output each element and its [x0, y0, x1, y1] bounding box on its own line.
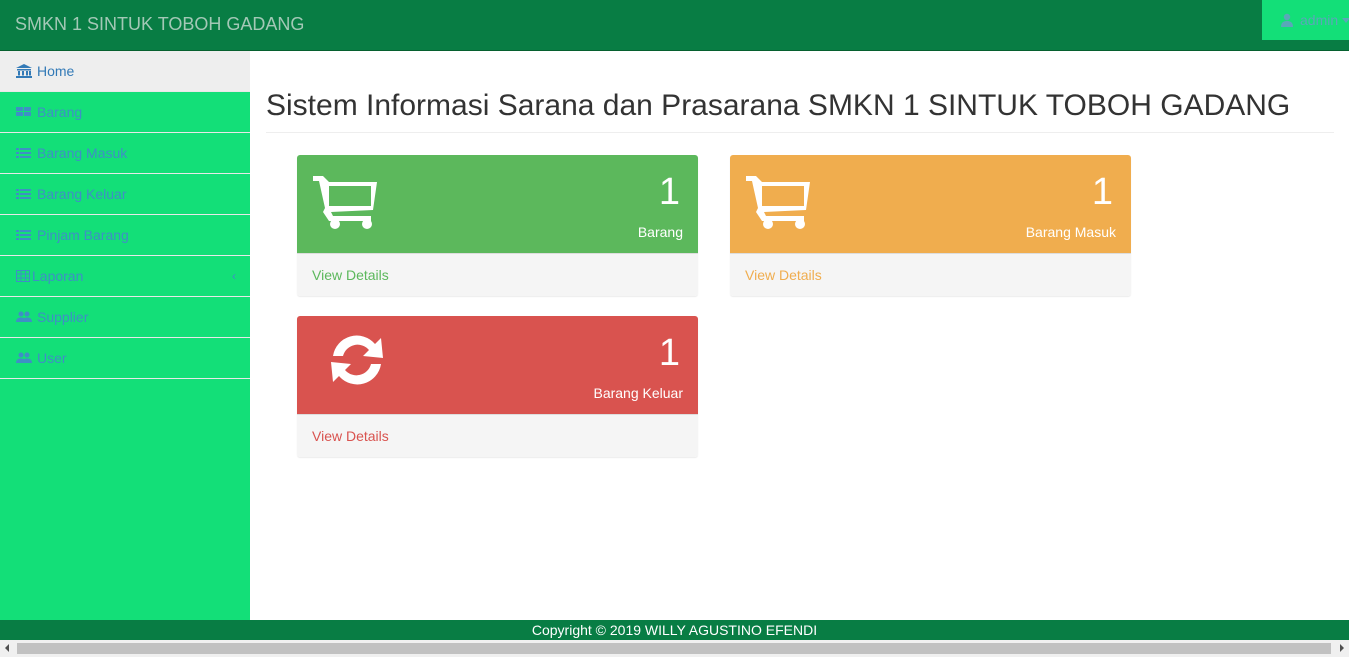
card-barang-masuk: 1 Barang Masuk View Details — [730, 155, 1131, 296]
card-label: Barang Masuk — [1025, 224, 1116, 240]
user-menu-button[interactable]: admin — [1262, 0, 1349, 40]
card-footer[interactable]: View Details — [297, 253, 698, 296]
sidebar-item-pinjam-barang[interactable]: Pinjam Barang — [0, 215, 250, 256]
sidebar-item-barang[interactable]: Barang — [0, 92, 250, 133]
scroll-right-arrow-icon[interactable] — [1340, 644, 1344, 652]
scroll-left-arrow-icon[interactable] — [5, 644, 9, 652]
card-count: 1 — [1091, 171, 1113, 213]
sidebar-item-label: Barang Keluar — [37, 186, 127, 202]
card-label: Barang Keluar — [593, 385, 683, 401]
caret-down-icon — [1342, 17, 1349, 23]
sidebar-item-user[interactable]: User — [0, 338, 250, 379]
card-header: 1 Barang — [297, 155, 698, 253]
grid-icon — [16, 105, 32, 119]
card-barang: 1 Barang View Details — [297, 155, 698, 296]
sidebar-item-label: Home — [37, 63, 75, 79]
card-label: Barang — [637, 224, 683, 240]
sidebar-item-label: Laporan — [32, 268, 84, 284]
users-icon — [16, 310, 32, 324]
sidebar: Home Barang Barang Masuk Barang Keluar P… — [0, 51, 250, 620]
sidebar-item-supplier[interactable]: Supplier — [0, 297, 250, 338]
sidebar-item-label: User — [37, 350, 67, 366]
chevron-left-icon: ‹ — [232, 269, 236, 283]
page-title: Sistem Informasi Sarana dan Prasarana SM… — [266, 89, 1291, 122]
main-content: Sistem Informasi Sarana dan Prasarana SM… — [250, 51, 1349, 620]
users-icon — [16, 351, 32, 365]
page-footer: Copyright © 2019 WILLY AGUSTINO EFENDI — [0, 620, 1349, 640]
sidebar-item-label: Supplier — [37, 309, 89, 325]
list-icon — [16, 228, 32, 242]
card-header: 1 Barang Keluar — [297, 316, 698, 414]
card-footer[interactable]: View Details — [297, 414, 698, 457]
sidebar-item-label: Barang — [37, 104, 83, 120]
sidebar-item-label: Barang Masuk — [37, 145, 128, 161]
sidebar-item-barang-keluar[interactable]: Barang Keluar — [0, 174, 250, 215]
sidebar-item-home[interactable]: Home — [0, 51, 250, 92]
refresh-icon — [325, 330, 389, 395]
cart-icon — [744, 172, 812, 235]
sidebar-item-label: Pinjam Barang — [37, 227, 129, 243]
view-details-link[interactable]: View Details — [745, 267, 822, 283]
sidebar-item-laporan[interactable]: Laporan ‹ — [0, 256, 250, 297]
list-icon — [16, 187, 32, 201]
view-details-link[interactable]: View Details — [312, 267, 389, 283]
card-footer[interactable]: View Details — [730, 253, 1131, 296]
cart-icon — [311, 172, 379, 235]
card-barang-keluar: 1 Barang Keluar View Details — [297, 316, 698, 457]
card-count: 1 — [658, 171, 680, 213]
horizontal-scrollbar[interactable] — [0, 640, 1349, 657]
copyright-text: Copyright © 2019 WILLY AGUSTINO EFENDI — [531, 622, 818, 638]
title-divider — [266, 132, 1334, 133]
scrollbar-thumb[interactable] — [17, 643, 1331, 654]
table-icon — [16, 269, 30, 283]
top-navbar: SMKN 1 SINTUK TOBOH GADANG admin — [0, 0, 1349, 51]
user-icon — [1280, 13, 1294, 27]
view-details-link[interactable]: View Details — [312, 428, 389, 444]
brand-title[interactable]: SMKN 1 SINTUK TOBOH GADANG — [15, 14, 304, 35]
card-count: 1 — [658, 332, 680, 374]
list-icon — [16, 146, 32, 160]
card-header: 1 Barang Masuk — [730, 155, 1131, 253]
user-menu-label: admin — [1300, 12, 1339, 28]
sidebar-item-barang-masuk[interactable]: Barang Masuk — [0, 133, 250, 174]
bank-icon — [16, 64, 32, 78]
